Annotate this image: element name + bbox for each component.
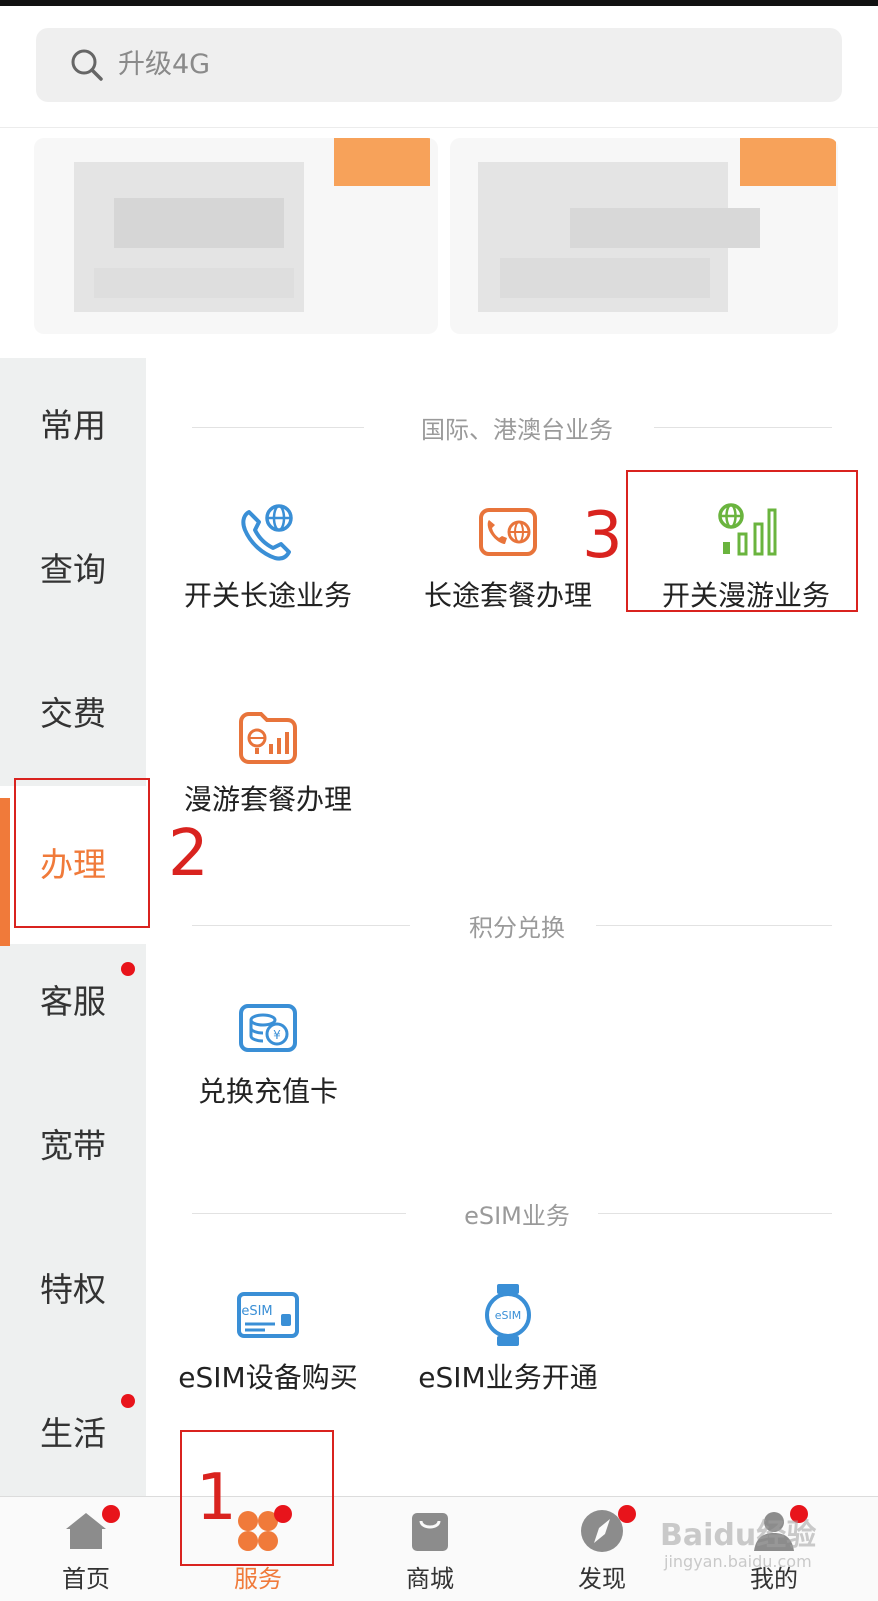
sidebar-item-label: 查询 (40, 550, 106, 589)
watermark-url: jingyan.baidu.com (664, 1552, 812, 1571)
svg-text:eSIM: eSIM (241, 1304, 272, 1319)
sidebar-item-broadband[interactable]: 宽带 (0, 1110, 146, 1182)
sidebar-item-label: 特权 (40, 1270, 106, 1309)
header-divider (0, 127, 878, 128)
sidebar-item-label: 常用 (40, 406, 106, 445)
service-label: 长途套餐办理 (423, 579, 592, 612)
notification-badge (102, 1505, 120, 1523)
service-esim-device-purchase[interactable]: eSIM eSIM设备购买 (148, 1282, 388, 1396)
promo-banner-left[interactable] (34, 138, 438, 334)
service-toggle-long-distance[interactable]: 开关长途业务 (148, 500, 388, 614)
svg-text:¥: ¥ (273, 1028, 281, 1042)
sidebar-item-customer-service[interactable]: 客服 (0, 966, 146, 1038)
esim-watch-icon: eSIM (485, 1284, 531, 1346)
annotation-number: 3 (582, 499, 623, 573)
roaming-card-icon (239, 712, 297, 764)
search-icon (71, 49, 103, 81)
service-label: eSIM业务开通 (418, 1361, 598, 1394)
annotation-number: 2 (168, 817, 209, 891)
tab-label: 发现 (578, 1565, 626, 1593)
esim-card-icon: eSIM (237, 1292, 299, 1338)
notification-badge (121, 962, 135, 976)
service-esim-activation[interactable]: eSIM eSIM业务开通 (388, 1282, 628, 1396)
sidebar-item-label: 客服 (40, 982, 106, 1021)
service-label: 开关长途业务 (183, 579, 352, 612)
sidebar-item-label: 生活 (40, 1414, 106, 1453)
sidebar-item-label: 交费 (40, 694, 106, 733)
svg-text:eSIM: eSIM (495, 1309, 522, 1322)
section-title-esim: eSIM业务 (156, 1196, 878, 1231)
tab-label: 商城 (406, 1565, 454, 1593)
sidebar-item-common[interactable]: 常用 (0, 390, 146, 462)
search-bar[interactable]: 升级4G (36, 28, 842, 102)
tab-discover[interactable]: 发现 (542, 1497, 662, 1601)
shopping-bag-icon (412, 1513, 448, 1551)
service-label: 兑换充值卡 (197, 1075, 338, 1108)
notification-badge (121, 1394, 135, 1408)
promo-banner-right[interactable] (450, 138, 838, 334)
sidebar-item-label: 宽带 (40, 1126, 106, 1165)
section-title-points-exchange: 积分兑换 (156, 908, 878, 943)
annotation-number: 1 (196, 1461, 237, 1535)
sidebar-item-payment[interactable]: 交费 (0, 678, 146, 750)
sidebar-active-indicator (0, 798, 10, 946)
status-bar-edge (0, 0, 878, 6)
search-placeholder: 升级4G (118, 49, 211, 80)
service-exchange-recharge-card[interactable]: ¥ 兑换充值卡 (148, 996, 388, 1110)
phone-globe-card-icon (479, 508, 537, 556)
phone-globe-icon (241, 504, 293, 561)
tab-label: 首页 (62, 1565, 110, 1593)
sidebar-item-privilege[interactable]: 特权 (0, 1254, 146, 1326)
annotation-box-handle (14, 778, 150, 928)
sidebar-item-query[interactable]: 查询 (0, 534, 146, 606)
tab-home[interactable]: 首页 (26, 1497, 146, 1601)
notification-badge (618, 1505, 636, 1523)
annotation-box-roaming (626, 470, 858, 612)
service-label: 漫游套餐办理 (183, 783, 352, 816)
sidebar-item-life[interactable]: 生活 (0, 1398, 146, 1470)
watermark-brand: Baidu经验 (660, 1518, 817, 1553)
coin-card-icon: ¥ (239, 1004, 297, 1052)
service-label: eSIM设备购买 (178, 1361, 358, 1394)
tab-mall[interactable]: 商城 (370, 1497, 490, 1601)
section-title-international: 国际、港澳台业务 (156, 410, 878, 445)
service-roaming-package[interactable]: 漫游套餐办理 (148, 704, 388, 818)
